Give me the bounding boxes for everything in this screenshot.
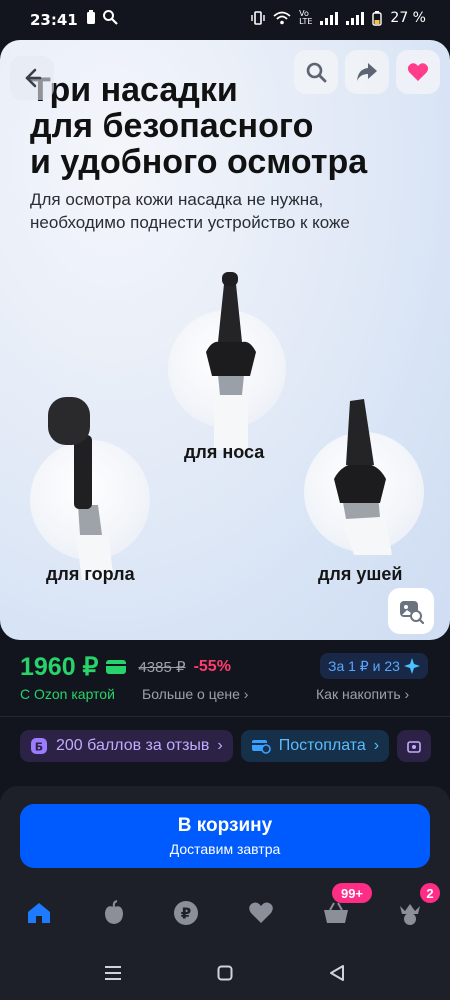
vibrate-icon <box>251 11 265 25</box>
ears-label: для ушей <box>318 564 403 584</box>
search-button[interactable] <box>294 50 338 94</box>
ear-attachment-image <box>334 399 392 555</box>
postpay-chip[interactable]: Постоплата › <box>240 730 390 762</box>
triangle-back-icon <box>330 965 344 981</box>
divider <box>0 716 450 717</box>
tab-profile[interactable] <box>390 898 430 928</box>
favorite-button[interactable] <box>396 50 440 94</box>
product-image[interactable]: Три насадки для безопасного и удобного о… <box>0 40 450 640</box>
delivery-label: Доставим завтра <box>169 841 281 857</box>
ozon-card-label: С Ozon картой <box>20 686 115 702</box>
chevron-right-icon: › <box>373 737 380 754</box>
status-bar: 23:41 Vo LTE 27 % <box>0 0 450 40</box>
card-clock-icon <box>251 740 271 754</box>
how-to-accumulate-link[interactable]: Как накопить › <box>316 686 409 702</box>
heart-icon <box>407 63 429 81</box>
share-button[interactable] <box>345 50 389 94</box>
search-icon <box>103 10 118 25</box>
nose-attachment-image <box>206 272 256 450</box>
square-icon <box>217 965 233 981</box>
cart-count-badge: 99+ <box>332 883 372 903</box>
wifi-icon <box>273 11 291 25</box>
tab-fresh[interactable] <box>94 898 134 928</box>
menu-lines-icon <box>105 966 121 980</box>
signal-icon-2 <box>346 11 365 25</box>
chevron-right-icon: › <box>217 737 223 754</box>
add-to-cart-button[interactable]: В корзину Доставим завтра <box>20 804 430 868</box>
throat-attachment-image <box>48 397 114 580</box>
ozon-card-price: 1960 ₽ <box>20 653 99 681</box>
image-search-button[interactable] <box>388 588 434 634</box>
share-arrow-icon <box>357 63 377 81</box>
battery-saver-icon <box>87 10 95 24</box>
throat-label: для горла <box>46 564 135 584</box>
recent-apps-button[interactable] <box>98 963 128 983</box>
home-nav-button[interactable] <box>210 963 240 983</box>
back-button[interactable] <box>10 56 54 100</box>
card-icon <box>106 660 127 674</box>
tab-bar: ₽ 99+ 2 <box>0 880 450 940</box>
bonus-points-icon: Б <box>31 738 47 754</box>
profile-crown-icon <box>400 904 420 925</box>
discount-percent: -55% <box>193 658 231 675</box>
svg-text:₽: ₽ <box>181 905 191 923</box>
svg-text:Б: Б <box>35 741 43 754</box>
apple-icon <box>105 900 123 924</box>
tab-finance[interactable]: ₽ <box>166 898 206 928</box>
nose-label: для носа <box>184 442 265 462</box>
home-icon <box>28 903 50 923</box>
search-icon <box>306 62 327 83</box>
price-row: 1960 ₽ 4385 ₽ -55% <box>20 652 231 682</box>
more-chip[interactable] <box>397 730 432 762</box>
tab-favorites[interactable] <box>241 898 281 928</box>
points-badge[interactable]: За 1 ₽ и 23 <box>320 653 428 679</box>
chevron-right-icon: › <box>404 686 410 702</box>
system-nav-bar <box>0 945 450 1000</box>
status-time: 23:41 <box>30 11 78 29</box>
heart-icon <box>249 902 273 923</box>
promo-chips: Б 200 баллов за отзыв › Постоплата › <box>20 730 432 762</box>
ruble-icon: ₽ <box>174 901 198 925</box>
profile-count-badge: 2 <box>420 883 440 903</box>
back-nav-button[interactable] <box>322 963 352 983</box>
add-to-cart-label: В корзину <box>177 815 273 836</box>
old-price: 4385 ₽ <box>138 659 186 676</box>
chevron-right-icon: › <box>243 686 249 702</box>
battery-icon <box>372 11 383 26</box>
battery-percent: 27 % <box>390 10 426 26</box>
signal-icon <box>320 11 339 25</box>
review-bonus-chip[interactable]: Б 200 баллов за отзыв › <box>20 730 233 762</box>
volte-icon: Vo LTE <box>299 9 313 26</box>
hero-subtitle: Для осмотра кожи насадка не нужна, необх… <box>30 190 350 232</box>
arrow-left-icon <box>25 68 42 88</box>
camera-icon <box>407 741 421 753</box>
tab-home[interactable] <box>19 898 59 928</box>
image-search-icon <box>400 601 424 624</box>
more-about-price-link[interactable]: Больше о цене › <box>142 686 248 702</box>
sparkle-icon <box>403 658 420 674</box>
basket-icon <box>324 902 348 923</box>
